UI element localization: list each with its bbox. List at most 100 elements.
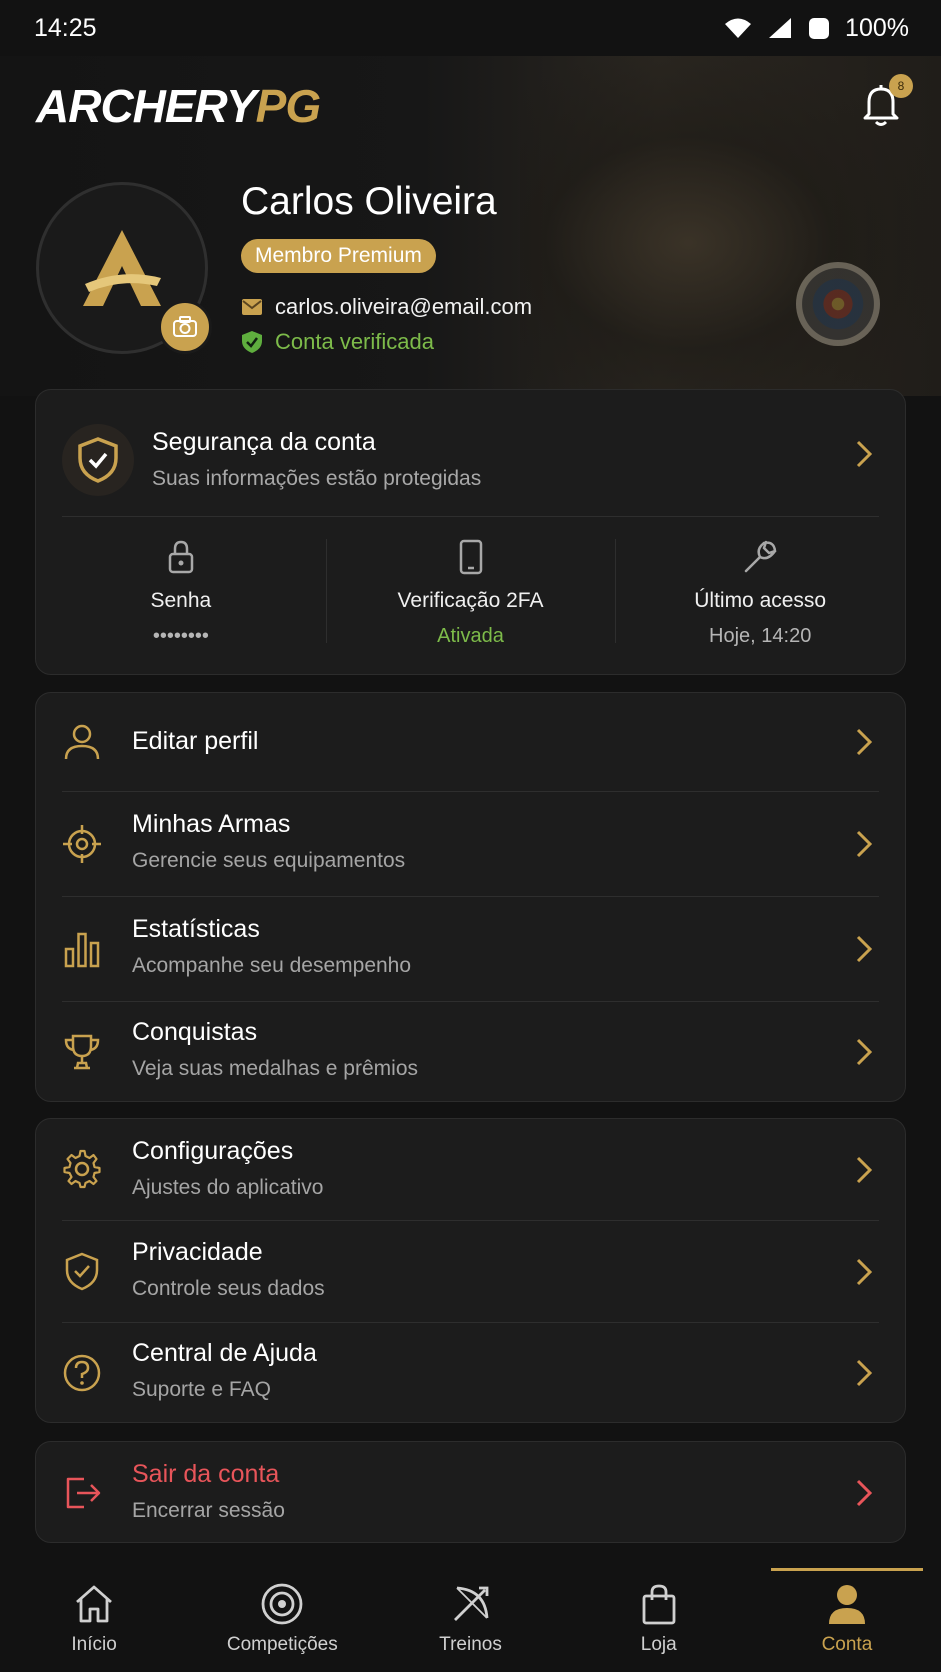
menu-title: Minhas Armas: [132, 810, 291, 838]
wrench-icon: [744, 540, 777, 573]
nav-item-account[interactable]: Conta: [753, 1568, 941, 1672]
logout-subtitle: Encerrar sessão: [132, 1499, 285, 1522]
security-subtitle: Suas informações estão protegidas: [152, 467, 482, 490]
help-icon: [63, 1354, 101, 1392]
security-icon-circle: [62, 424, 134, 496]
membership-badge: Membro Premium: [241, 239, 436, 273]
battery-percent: 100%: [845, 13, 909, 42]
nav-item-home[interactable]: Início: [0, 1568, 188, 1672]
stat-label: Senha: [150, 589, 212, 612]
shield-check-icon: [65, 1252, 99, 1291]
chevron-right-icon: [856, 728, 873, 756]
gear-icon: [63, 1149, 101, 1189]
stat-label: Último acesso: [694, 589, 827, 612]
logout-card: Sair da conta Encerrar sessão: [35, 1441, 906, 1543]
bow-icon: [453, 1586, 488, 1621]
lock-icon: [168, 540, 194, 574]
menu-subtitle: Acompanhe seu desempenho: [132, 954, 412, 977]
home-icon: [76, 1585, 113, 1623]
notification-badge: 8: [889, 74, 913, 98]
menu-item-statistics[interactable]: Estatísticas Acompanhe seu desempenho: [36, 897, 905, 1001]
status-icons: 100%: [723, 14, 909, 43]
profile-section: Carlos Oliveira Membro Premium carlos.ol…: [0, 178, 941, 358]
menu-title: Privacidade: [132, 1238, 263, 1266]
security-stats: Senha •••••••• Verificação 2FA Ativada Ú…: [36, 517, 905, 657]
chevron-right-icon: [856, 1038, 873, 1066]
nav-label: Loja: [640, 1634, 677, 1655]
wifi-icon: [725, 18, 752, 38]
nav-label: Competições: [226, 1634, 338, 1655]
crosshair-icon: [63, 825, 101, 863]
shield-check-icon: [78, 437, 118, 483]
stat-value: Ativada: [437, 625, 504, 647]
nav-item-training[interactable]: Treinos: [376, 1568, 564, 1672]
menu-title: Estatísticas: [132, 915, 260, 943]
chevron-right-icon: [856, 935, 873, 963]
menu-item-my-weapons[interactable]: Minhas Armas Gerencie seus equipamentos: [36, 792, 905, 896]
stat-last-access[interactable]: Último acesso Hoje, 14:20: [615, 517, 905, 657]
menu-subtitle: Suporte e FAQ: [132, 1378, 271, 1401]
brand-logo-part2: PG: [255, 80, 321, 132]
nav-item-shop[interactable]: Loja: [565, 1568, 753, 1672]
verified-status: Conta verificada: [275, 329, 434, 354]
user-icon: [64, 724, 100, 760]
avatar-logo-icon: [83, 230, 161, 306]
nav-item-competitions[interactable]: Competições: [188, 1568, 376, 1672]
stat-2fa[interactable]: Verificação 2FA Ativada: [325, 517, 616, 657]
menu-title: Central de Ajuda: [132, 1339, 317, 1367]
trophy-icon: [64, 1034, 100, 1070]
nav-label: Conta: [821, 1634, 873, 1655]
person-icon: [828, 1585, 865, 1624]
phone-icon: [459, 539, 482, 575]
stat-value: ••••••••: [152, 625, 209, 647]
menu-subtitle: Veja suas medalhas e prêmios: [132, 1057, 418, 1080]
logout-button[interactable]: Sair da conta Encerrar sessão: [36, 1442, 905, 1544]
battery-icon: [809, 18, 830, 39]
menu-subtitle: Controle seus dados: [132, 1277, 325, 1300]
chevron-right-icon: [856, 440, 873, 468]
security-header[interactable]: Segurança da conta Suas informações estã…: [36, 390, 905, 516]
camera-icon: [173, 316, 197, 337]
menu-title: Configurações: [132, 1137, 294, 1165]
brand-logo-part1: ARCHERY: [36, 80, 257, 132]
status-bar: 14:25 100%: [0, 0, 941, 56]
chevron-right-icon: [856, 1156, 873, 1184]
bar-chart-icon: [64, 932, 100, 968]
target-icon: [261, 1583, 303, 1625]
chevron-right-icon: [856, 1479, 873, 1507]
security-card: Segurança da conta Suas informações estã…: [35, 389, 906, 675]
user-name: Carlos Oliveira: [241, 180, 497, 223]
change-photo-button[interactable]: [158, 300, 212, 354]
active-tab-indicator: [770, 1568, 924, 1571]
envelope-icon: [242, 299, 262, 315]
verified-row: Conta verificada: [241, 329, 434, 355]
menu-item-settings[interactable]: Configurações Ajustes do aplicativo: [36, 1119, 905, 1220]
menu-item-privacy[interactable]: Privacidade Controle seus dados: [36, 1221, 905, 1322]
security-title: Segurança da conta: [152, 428, 376, 456]
brand-logo: ARCHERYPG: [36, 79, 321, 133]
chevron-right-icon: [856, 830, 873, 858]
chevron-right-icon: [856, 1359, 873, 1387]
user-email: carlos.oliveira@email.com: [275, 294, 533, 319]
menu-group-settings: Configurações Ajustes do aplicativo Priv…: [35, 1118, 906, 1423]
nav-label: Início: [71, 1634, 117, 1655]
menu-subtitle: Ajustes do aplicativo: [132, 1176, 324, 1199]
menu-title: Editar perfil: [132, 727, 259, 755]
stat-value: Hoje, 14:20: [709, 625, 812, 647]
menu-group-profile: Editar perfil Minhas Armas Gerencie seus…: [35, 692, 906, 1102]
bottom-navigation: Início Competições Treinos Loja Conta: [0, 1568, 941, 1672]
notifications-button[interactable]: 8: [861, 74, 913, 130]
signal-icon: [769, 18, 792, 38]
chevron-right-icon: [856, 1258, 873, 1286]
menu-subtitle: Gerencie seus equipamentos: [132, 849, 406, 872]
email-row: carlos.oliveira@email.com: [241, 294, 532, 320]
menu-item-edit-profile[interactable]: Editar perfil: [36, 693, 905, 791]
stat-label: Verificação 2FA: [397, 589, 544, 612]
bag-icon: [642, 1584, 676, 1625]
menu-item-achievements[interactable]: Conquistas Veja suas medalhas e prêmios: [36, 1002, 905, 1102]
menu-item-help-center[interactable]: Central de Ajuda Suporte e FAQ: [36, 1323, 905, 1423]
status-time: 14:25: [34, 13, 97, 42]
menu-title: Conquistas: [132, 1018, 258, 1046]
stat-password[interactable]: Senha ••••••••: [36, 517, 326, 657]
verified-shield-icon: [242, 331, 262, 353]
